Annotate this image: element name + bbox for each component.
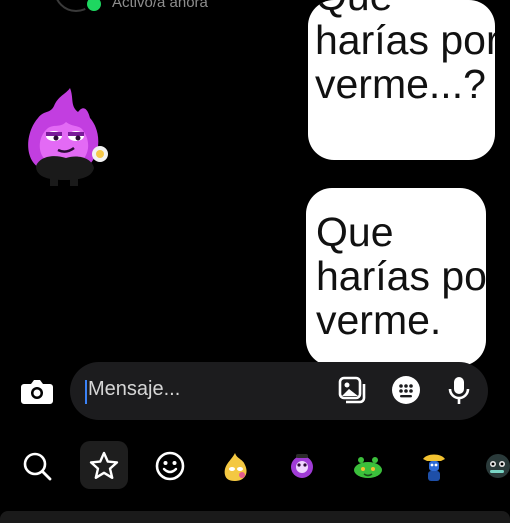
message-line: harías por (316, 253, 486, 299)
sticker-partial-icon[interactable] (480, 446, 510, 486)
message-line: harías por (315, 17, 495, 63)
sticker-green-creature-icon[interactable] (348, 446, 388, 486)
keyboard-icon[interactable] (390, 374, 422, 406)
message-image-bubble[interactable]: Que harías por verme. (306, 188, 486, 366)
message-line: verme...? (315, 61, 486, 107)
online-indicator (84, 0, 104, 14)
message-line: Que (316, 209, 394, 255)
camera-icon[interactable] (18, 372, 56, 410)
message-line: verme. (316, 297, 442, 343)
sticker-blue-character-icon[interactable] (414, 446, 454, 486)
search-icon[interactable] (17, 446, 57, 486)
sticker-flame-yellow-icon[interactable] (216, 446, 256, 486)
star-icon[interactable] (84, 446, 124, 486)
message-line: Que (315, 0, 495, 18)
message-text: Que harías por verme...? (315, 0, 495, 107)
smiley-icon[interactable] (150, 446, 190, 486)
message-image-bubble[interactable]: Que harías por verme...? (308, 0, 495, 160)
message-input[interactable]: Mensaje... (88, 378, 180, 401)
flame-character-sticker[interactable] (14, 84, 114, 188)
status-text: Activo/a ahora (112, 0, 208, 11)
microphone-icon[interactable] (443, 374, 475, 406)
text-cursor (85, 380, 87, 404)
gallery-icon[interactable] (336, 374, 368, 406)
keyboard-panel-edge (0, 511, 510, 523)
sticker-purple-face-icon[interactable] (282, 446, 322, 486)
message-text: Que harías por verme. (316, 210, 486, 342)
